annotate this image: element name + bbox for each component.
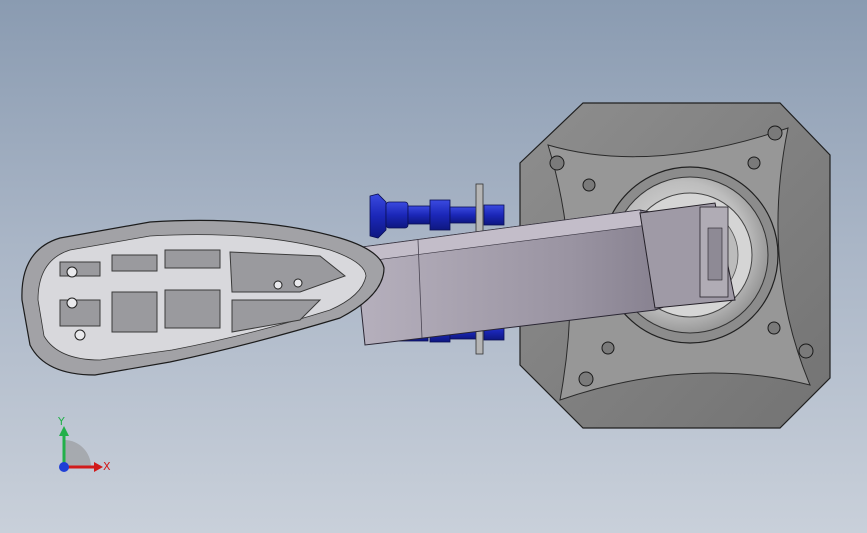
wrist-joint[interactable] bbox=[639, 202, 736, 309]
gripper-frame[interactable] bbox=[21, 219, 385, 376]
cad-3d-viewport[interactable]: Y X bbox=[0, 0, 867, 533]
robot-arm-assembly-model[interactable]: Y X bbox=[0, 0, 867, 533]
z-axis-dot bbox=[59, 462, 69, 472]
y-axis-label: Y bbox=[57, 415, 65, 428]
x-axis-label: X bbox=[103, 460, 111, 473]
reference-triad: Y X bbox=[57, 415, 111, 473]
x-axis-arrowhead bbox=[94, 462, 103, 472]
